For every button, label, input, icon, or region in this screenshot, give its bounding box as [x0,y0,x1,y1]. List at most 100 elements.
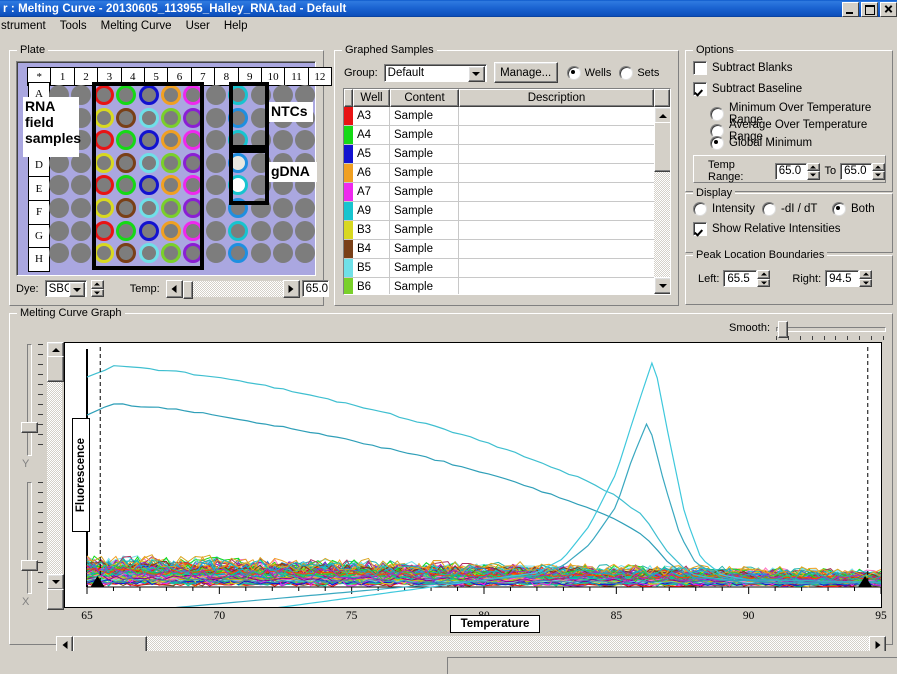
plate-well-A4[interactable] [115,84,137,107]
both-radio[interactable] [832,202,846,216]
plate-well-A7[interactable] [182,84,204,107]
x-zoom-slider-thumb[interactable] [21,560,38,571]
description-cell[interactable] [459,183,670,201]
plate-well-H12[interactable] [294,242,316,265]
plate-well-G9[interactable] [227,220,249,243]
description-cell[interactable] [459,202,670,220]
plate-well-D8[interactable] [205,152,227,175]
wells-radio-icon[interactable] [566,65,581,80]
maximize-button[interactable] [861,2,878,17]
plate-row-header-E[interactable]: E [28,176,50,201]
plate-well-C11[interactable] [272,129,294,152]
plate-well-F11[interactable] [272,197,294,220]
chevron-down-icon[interactable] [68,282,85,297]
plate-well-B9[interactable] [227,107,249,130]
plate-well-D9[interactable] [227,152,249,175]
intensity-radio[interactable] [693,202,707,216]
graph-vertical-scrollbar[interactable] [47,342,64,610]
derivative-radio[interactable] [762,202,776,216]
samples-scrollbar[interactable] [654,107,670,294]
plate-well-F9[interactable] [227,197,249,220]
plate-well-C7[interactable] [182,129,204,152]
description-cell[interactable] [459,164,670,182]
plate-well-G4[interactable] [115,220,137,243]
plate-well-E3[interactable] [93,174,115,197]
show-relative-intensities-checkbox[interactable] [693,222,707,236]
plate-well-A6[interactable] [160,84,182,107]
graph-scroll-down-button[interactable] [47,574,64,590]
plate-well-G12[interactable] [294,220,316,243]
close-button[interactable] [880,2,897,17]
graph-scroll-thumb[interactable] [47,356,64,382]
graph-scroll-end-block[interactable] [47,589,64,610]
wells-radio-option[interactable]: Wells [566,65,611,80]
plate-well-E6[interactable] [160,174,182,197]
plate-well-F4[interactable] [115,197,137,220]
dye-select[interactable]: SBGne [44,280,87,297]
plate-well-F12[interactable] [294,197,316,220]
smooth-slider[interactable] [776,320,886,340]
subtract-blanks-checkbox[interactable] [693,61,707,75]
plate-well-H11[interactable] [272,242,294,265]
plate-well-C6[interactable] [160,129,182,152]
temp-scroll-left-button[interactable] [165,279,183,298]
plate-well-F6[interactable] [160,197,182,220]
plate-well-E8[interactable] [205,174,227,197]
samples-rows[interactable]: A3 Sample A4 Sample A5 Sample A6 Sample A7 Sample… [344,107,670,294]
plate-well-B5[interactable] [138,107,160,130]
plate-well-C10[interactable] [250,129,272,152]
plate-map[interactable]: *123456789101112 ABCDEFGH RNA field samp… [16,61,333,276]
plate-well-G1[interactable] [48,220,70,243]
plate-well-A5[interactable] [138,84,160,107]
plate-well-C12[interactable] [294,129,316,152]
plate-well-D7[interactable] [182,152,204,175]
subtract-baseline-checkbox[interactable] [693,82,707,96]
temp-scroll-right-button[interactable] [282,279,300,298]
plate-well-C8[interactable] [205,129,227,152]
subtract-baseline-option[interactable]: Subtract Baseline [693,82,802,96]
table-row[interactable]: B6 Sample [344,278,670,294]
plate-well-C5[interactable] [138,129,160,152]
plate-well-G11[interactable] [272,220,294,243]
temp-value-field[interactable]: 65.0 [301,280,330,297]
temp-slider-thumb[interactable] [182,280,193,299]
plate-well-F3[interactable] [93,197,115,220]
peak-left-field[interactable]: 65.5 [723,270,758,287]
y-zoom-slider[interactable] [21,344,38,456]
menu-item-instrument[interactable]: strument [0,19,53,33]
plate-well-H3[interactable] [93,242,115,265]
plate-well-G8[interactable] [205,220,227,243]
minimize-button[interactable] [842,2,859,17]
temp-slider-track[interactable] [182,280,283,299]
description-cell[interactable] [459,221,670,239]
plate-well-E5[interactable] [138,174,160,197]
graph-horizontal-scrollbar[interactable] [56,636,886,653]
menu-item-melting-curve[interactable]: Melting Curve [94,19,179,33]
table-row[interactable]: A4 Sample [344,126,670,145]
show-relative-intensities-option[interactable]: Show Relative Intensities [693,222,840,236]
plate-well-H9[interactable] [227,242,249,265]
description-cell[interactable] [459,126,670,144]
plate-well-H6[interactable] [160,242,182,265]
manage-button[interactable]: Manage... [493,62,558,83]
plate-well-G3[interactable] [93,220,115,243]
plate-well-F5[interactable] [138,197,160,220]
menu-item-user[interactable]: User [179,19,217,33]
subtract-blanks-option[interactable]: Subtract Blanks [693,61,793,75]
plate-well-B3[interactable] [93,107,115,130]
x-zoom-slider[interactable] [21,482,38,594]
plate-well-H4[interactable] [115,242,137,265]
plate-well-A3[interactable] [93,84,115,107]
plate-well-G10[interactable] [250,220,272,243]
dye-stepper[interactable] [90,280,104,297]
description-cell[interactable] [459,259,670,277]
temp-range-to-stepper[interactable] [871,162,885,180]
description-cell[interactable] [459,145,670,163]
plate-well-F10[interactable] [250,197,272,220]
display-mode-derivative[interactable]: -dI / dT [762,202,817,216]
table-row[interactable]: A6 Sample [344,164,670,183]
table-row[interactable]: A5 Sample [344,145,670,164]
plate-well-C9[interactable] [227,129,249,152]
plate-well-D4[interactable] [115,152,137,175]
menu-item-tools[interactable]: Tools [53,19,94,33]
